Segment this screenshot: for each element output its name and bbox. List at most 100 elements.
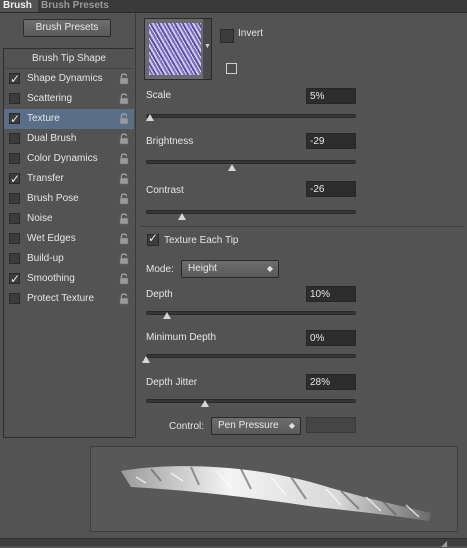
mode-label: Mode: (146, 264, 174, 275)
item-label: Shape Dynamics (27, 73, 103, 84)
control-label: Control: (169, 421, 205, 432)
lock-icon[interactable] (119, 133, 129, 145)
item-checkbox[interactable] (9, 253, 20, 264)
brush-stroke-preview (90, 446, 458, 532)
depth-field[interactable]: 10% (306, 286, 356, 302)
list-item-wet-edges[interactable]: Wet Edges (4, 229, 134, 249)
brightness-slider[interactable] (146, 160, 356, 164)
list-item-dual-brush[interactable]: Dual Brush (4, 129, 134, 149)
item-checkbox[interactable] (9, 193, 20, 204)
list-item-smoothing[interactable]: Smoothing (4, 269, 134, 289)
control-select[interactable]: Pen Pressure ◆ (211, 417, 301, 435)
item-checkbox[interactable] (9, 93, 20, 104)
stepper-arrows-icon: ◆ (266, 264, 273, 273)
scale-slider[interactable] (146, 114, 356, 118)
tab-brush-presets[interactable]: Brush Presets (38, 0, 112, 12)
item-checkbox[interactable] (9, 213, 20, 224)
item-label: Build-up (27, 253, 64, 264)
list-item-protect-texture[interactable]: Protect Texture (4, 289, 134, 309)
depth-jitter-label: Depth Jitter (146, 377, 198, 388)
lock-icon[interactable] (119, 273, 129, 285)
list-item-build-up[interactable]: Build-up (4, 249, 134, 269)
texture-each-tip-checkbox[interactable] (147, 231, 159, 246)
lock-icon[interactable] (119, 73, 129, 85)
resize-grip-icon[interactable]: ◢ (441, 539, 447, 548)
pattern-picker-dropdown[interactable]: ▼ (203, 18, 212, 80)
item-checkbox[interactable] (9, 153, 20, 164)
lock-icon[interactable] (119, 233, 129, 245)
pattern-preview-image (149, 23, 201, 75)
section-divider (140, 226, 464, 227)
list-item-shape-dynamics[interactable]: Shape Dynamics (4, 69, 134, 89)
list-item-transfer[interactable]: Transfer (4, 169, 134, 189)
lock-icon[interactable] (119, 93, 129, 105)
new-pattern-preset-icon[interactable] (226, 63, 237, 74)
invert-label: Invert (238, 28, 264, 39)
item-label: Smoothing (27, 273, 75, 284)
mode-value: Height (188, 263, 217, 274)
item-checkbox[interactable] (9, 293, 20, 304)
item-label: Scattering (27, 93, 73, 104)
item-checkbox[interactable] (9, 269, 20, 289)
tab-brush[interactable]: Brush (0, 0, 38, 12)
texture-pattern-swatch[interactable] (144, 18, 206, 80)
scale-slider-thumb[interactable] (146, 114, 155, 121)
brightness-label: Brightness (146, 136, 194, 147)
list-item-texture[interactable]: Texture (4, 109, 134, 129)
list-item-scattering[interactable]: Scattering (4, 89, 134, 109)
brush-settings-sidebar: Brush Presets Brush Tip Shape Shape Dyna… (0, 13, 134, 438)
depth-jitter-slider-thumb[interactable] (200, 400, 209, 407)
lock-icon[interactable] (119, 113, 129, 125)
lock-icon[interactable] (119, 293, 129, 305)
scale-label: Scale (146, 90, 172, 101)
texture-settings-panel: ▼ Invert Scale 5% Brightness -29 Contras… (135, 13, 467, 438)
depth-slider-thumb[interactable] (163, 312, 171, 319)
item-label: Noise (27, 213, 53, 224)
item-checkbox[interactable] (9, 233, 20, 244)
invert-checkbox[interactable] (220, 29, 234, 43)
minimum-depth-field[interactable]: 0% (306, 330, 356, 346)
minimum-depth-slider[interactable] (146, 354, 356, 358)
depth-jitter-slider[interactable] (146, 399, 356, 403)
brush-tip-shape-item[interactable]: Brush Tip Shape (4, 49, 134, 69)
item-label: Protect Texture (27, 293, 95, 304)
stepper-arrows-icon: ◆ (288, 421, 295, 430)
lock-icon[interactable] (119, 253, 129, 265)
lock-icon[interactable] (119, 173, 129, 185)
control-value: Pen Pressure (218, 420, 279, 431)
item-label: Wet Edges (27, 233, 76, 244)
contrast-slider-thumb[interactable] (177, 213, 186, 220)
stroke-preview-image (121, 466, 431, 521)
lock-icon[interactable] (119, 153, 129, 165)
control-extra-field (306, 417, 356, 433)
depth-label: Depth (146, 289, 173, 300)
list-item-brush-pose[interactable]: Brush Pose (4, 189, 134, 209)
item-label: Texture (27, 113, 60, 124)
texture-each-tip-label: Texture Each Tip (164, 235, 239, 246)
brightness-field[interactable]: -29 (306, 133, 356, 149)
depth-jitter-field[interactable]: 28% (306, 374, 356, 390)
brightness-slider-thumb[interactable] (228, 164, 237, 171)
item-label: Color Dynamics (27, 153, 98, 164)
minimum-depth-slider-thumb[interactable] (142, 356, 150, 363)
item-checkbox[interactable] (9, 133, 20, 144)
item-label: Brush Pose (27, 193, 79, 204)
mode-select[interactable]: Height ◆ (181, 260, 279, 278)
item-checkbox[interactable] (9, 169, 20, 189)
list-item-color-dynamics[interactable]: Color Dynamics (4, 149, 134, 169)
lock-icon[interactable] (119, 213, 129, 225)
contrast-field[interactable]: -26 (306, 181, 356, 197)
minimum-depth-label: Minimum Depth (146, 332, 217, 343)
item-label: Transfer (27, 173, 64, 184)
brush-settings-list: Brush Tip Shape Shape Dynamics Scattering… (3, 48, 134, 438)
item-checkbox[interactable] (9, 109, 20, 129)
item-checkbox[interactable] (9, 69, 20, 89)
item-label: Dual Brush (27, 133, 77, 144)
brush-presets-button[interactable]: Brush Presets (23, 19, 111, 37)
scale-field[interactable]: 5% (306, 88, 356, 104)
list-item-noise[interactable]: Noise (4, 209, 134, 229)
depth-slider[interactable] (146, 311, 356, 315)
panel-tab-bar: Brush Brush Presets (0, 0, 467, 13)
lock-icon[interactable] (119, 193, 129, 205)
chevron-down-icon: ▼ (204, 43, 211, 50)
